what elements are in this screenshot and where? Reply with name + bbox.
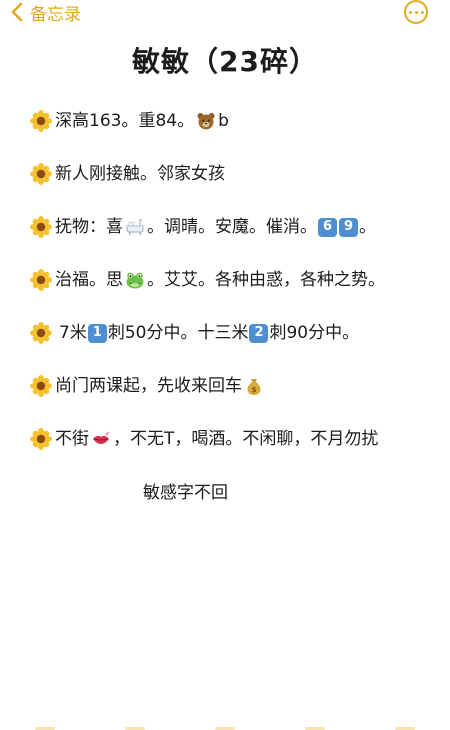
line-text: 尚门两课起，先收来回车 <box>55 376 242 396</box>
back-label: 备忘录 <box>30 4 81 25</box>
note-title: 敏敏（23碎） <box>132 45 318 78</box>
sunflower-icon <box>30 322 52 344</box>
more-icon-dot <box>408 10 412 14</box>
line-text: 治福。思 <box>55 270 123 290</box>
more-options-button[interactable] <box>404 0 428 24</box>
bathtub-icon <box>125 217 145 237</box>
line-text-suffix: ，不无T，喝酒。不闲聊，不月勿扰 <box>113 429 379 449</box>
keycap-icon: 6 <box>318 217 337 237</box>
sunflower-icon <box>30 110 52 132</box>
note-line: 7米 1 刺50分中。十三米 2 刺90分中。 <box>30 320 440 346</box>
note-line: 深高163。重84。 b <box>30 108 440 134</box>
line-text: 7米 <box>59 323 87 343</box>
line-text-middle: 刺50分中。十三米 <box>107 323 249 343</box>
sunflower-icon <box>30 216 52 238</box>
bottom-toolbar-hint <box>0 724 450 730</box>
bear-icon <box>196 111 216 131</box>
line-text: 新人刚接触。邻家女孩 <box>55 164 225 184</box>
lips-icon <box>91 429 111 449</box>
nav-bar: 备忘录 <box>0 0 450 26</box>
note-line: 治福。思 。艾艾。各种由惑，各种之势。 <box>30 267 440 293</box>
svg-text:$: $ <box>252 386 257 394</box>
money-bag-icon: $ <box>244 376 264 396</box>
back-button[interactable]: 备忘录 <box>10 0 81 25</box>
sunflower-icon <box>30 269 52 291</box>
line-text-middle: 。调晴。安魔。催消。 <box>147 217 317 237</box>
line-text-suffix: 。艾艾。各种由惑，各种之势。 <box>147 270 385 290</box>
line-text: 深高163。重84。 <box>55 111 195 131</box>
sunflower-icon <box>30 375 52 397</box>
line-text-suffix: 。 <box>359 217 376 237</box>
more-icon-dot <box>420 10 424 14</box>
note-line: 不街 ，不无T，喝酒。不闲聊，不月勿扰 <box>30 426 440 452</box>
keycap-icon: 2 <box>249 323 269 343</box>
keycap-icon: 9 <box>339 217 358 237</box>
chevron-left-icon <box>11 2 23 22</box>
note-body[interactable]: 深高163。重84。 b 新人刚接触。邻家女孩 抚物：喜 。调晴。安魔。催消。 … <box>30 108 440 479</box>
sunflower-icon <box>30 163 52 185</box>
line-text: 抚物：喜 <box>55 217 123 237</box>
keycap-icon: 1 <box>87 323 107 343</box>
line-text-suffix: b <box>218 111 229 131</box>
sunflower-icon <box>30 428 52 450</box>
frog-icon <box>125 270 145 290</box>
note-line: 新人刚接触。邻家女孩 <box>30 161 440 187</box>
note-line: 抚物：喜 。调晴。安魔。催消。 6 9 。 <box>30 214 440 240</box>
line-text-suffix: 刺90分中。 <box>269 323 360 343</box>
note-line: 尚门两课起，先收来回车 $ <box>30 373 440 399</box>
more-icon-dot <box>414 10 418 14</box>
line-text: 不街 <box>55 429 89 449</box>
note-line-footer: 敏感字不回 <box>143 483 228 503</box>
